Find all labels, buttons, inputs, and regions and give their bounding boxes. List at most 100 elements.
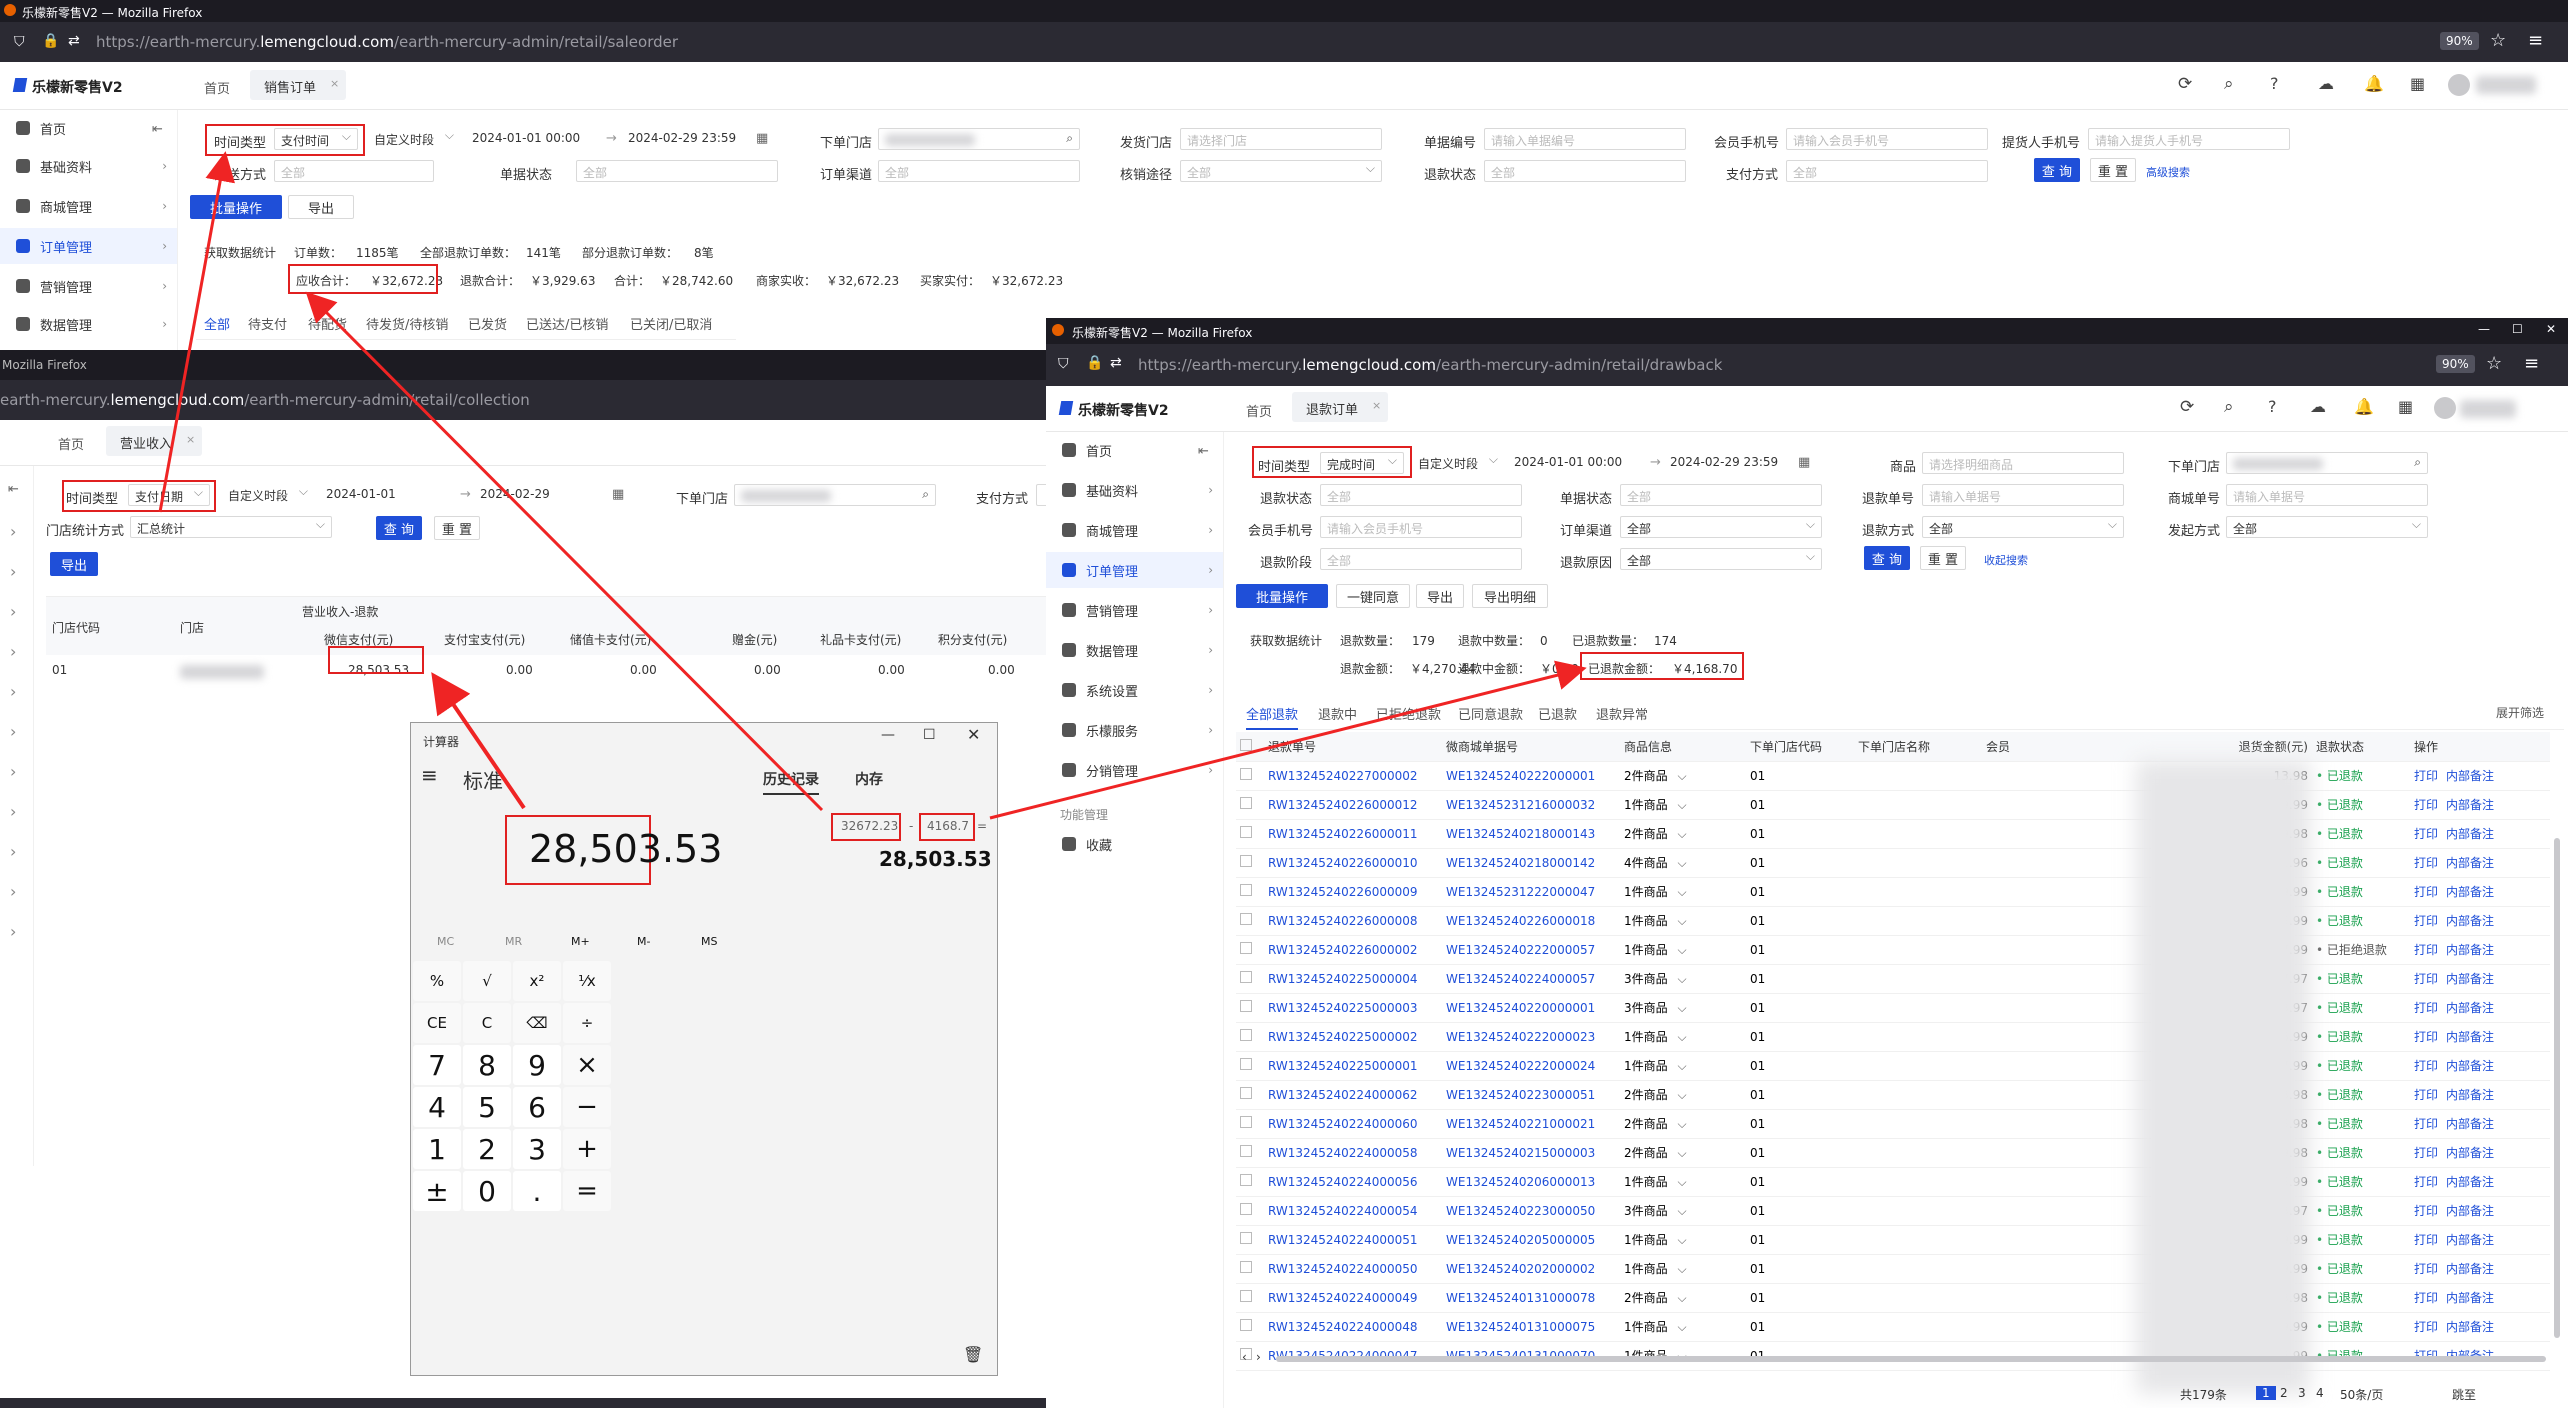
expand-filter-link[interactable]: 展开筛选 bbox=[2496, 704, 2544, 721]
status-tab[interactable]: 已送达/已核销 bbox=[526, 314, 608, 333]
row-checkbox[interactable] bbox=[1236, 848, 1264, 878]
collapse-icon[interactable]: ⇤ bbox=[8, 482, 19, 497]
multiply-button[interactable]: × bbox=[563, 1045, 611, 1085]
date-start[interactable]: 2024-01-01 00:00 bbox=[466, 128, 602, 150]
row-checkbox[interactable] bbox=[1236, 761, 1264, 791]
sidebar-item-marketing[interactable]: 营销管理 › bbox=[0, 268, 177, 304]
row-checkbox[interactable] bbox=[1236, 790, 1264, 820]
chevron-right-icon[interactable]: › bbox=[10, 762, 16, 781]
note-link[interactable]: 内部备注 bbox=[2446, 1146, 2494, 1160]
refund-reason-select[interactable]: 全部 bbox=[1620, 548, 1822, 570]
calendar-icon[interactable]: ▦ bbox=[612, 487, 624, 502]
avatar[interactable] bbox=[2448, 74, 2470, 96]
mall-order-link[interactable]: WE13245240222000001 bbox=[1442, 761, 1620, 791]
refund-no-link[interactable]: RW13245240226000002 bbox=[1264, 935, 1442, 965]
mem-store-button[interactable]: MS bbox=[701, 935, 717, 948]
note-link[interactable]: 内部备注 bbox=[2446, 1262, 2494, 1276]
sidebar-item-data[interactable]: 数据管理 › bbox=[1046, 632, 1223, 668]
sidebar-item-settings[interactable]: 系统设置 › bbox=[1046, 672, 1223, 708]
refund-no-link[interactable]: RW13245240226000010 bbox=[1264, 848, 1442, 878]
chevron-down-icon[interactable]: ⌵ bbox=[1674, 1059, 1686, 1073]
date-end[interactable]: 2024-02-29 23:59 bbox=[1664, 452, 1804, 474]
status-tab[interactable]: 待配货 bbox=[308, 314, 347, 333]
row-checkbox[interactable] bbox=[1236, 819, 1264, 849]
print-link[interactable]: 打印 bbox=[2414, 1088, 2438, 1102]
digit-2-button[interactable]: 2 bbox=[463, 1129, 511, 1169]
mall-order-link[interactable]: WE13245240218000143 bbox=[1442, 819, 1620, 849]
chevron-right-icon[interactable]: › bbox=[10, 642, 16, 661]
chevron-down-icon[interactable]: ⌵ bbox=[1674, 827, 1686, 841]
query-button[interactable]: 查 询 bbox=[1864, 546, 1910, 570]
print-link[interactable]: 打印 bbox=[2414, 943, 2438, 957]
goods-info[interactable]: 2件商品 ⌵ bbox=[1620, 1283, 1746, 1313]
row-checkbox[interactable] bbox=[1236, 906, 1264, 936]
sidebar-item-home[interactable]: 首页 bbox=[0, 110, 177, 146]
chevron-down-icon[interactable]: ⌵ bbox=[1674, 943, 1686, 957]
goods-info[interactable]: 1件商品 ⌵ bbox=[1620, 1022, 1746, 1052]
note-link[interactable]: 内部备注 bbox=[2446, 1204, 2494, 1218]
mall-order-link[interactable]: WE13245240205000005 bbox=[1442, 1225, 1620, 1255]
sidebar-item-basic[interactable]: 基础资料 › bbox=[1046, 472, 1223, 508]
chevron-down-icon[interactable]: ⌵ bbox=[1674, 1030, 1686, 1044]
reset-button[interactable]: 重 置 bbox=[1920, 546, 1966, 570]
note-link[interactable]: 内部备注 bbox=[2446, 1030, 2494, 1044]
chevron-right-icon[interactable]: › bbox=[10, 722, 16, 741]
note-link[interactable]: 内部备注 bbox=[2446, 1117, 2494, 1131]
print-link[interactable]: 打印 bbox=[2414, 1175, 2438, 1189]
note-link[interactable]: 内部备注 bbox=[2446, 769, 2494, 783]
goods-info[interactable]: 3件商品 ⌵ bbox=[1620, 964, 1746, 994]
mall-order-link[interactable]: WE13245231222000047 bbox=[1442, 877, 1620, 907]
refund-no-link[interactable]: RW13245240224000054 bbox=[1264, 1196, 1442, 1226]
row-checkbox[interactable] bbox=[1236, 1225, 1264, 1255]
clear-entry-button[interactable]: CE bbox=[413, 1003, 461, 1043]
maximize-icon[interactable]: ☐ bbox=[923, 727, 936, 743]
decimal-button[interactable]: . bbox=[513, 1171, 561, 1211]
advanced-search-link[interactable]: 高级搜索 bbox=[2146, 164, 2190, 180]
tab-home[interactable]: 首页 bbox=[204, 78, 230, 97]
approve-all-button[interactable]: 一键同意 bbox=[1336, 584, 1410, 608]
goods-info[interactable]: 1件商品 ⌵ bbox=[1620, 790, 1746, 820]
print-link[interactable]: 打印 bbox=[2414, 1233, 2438, 1247]
help-icon[interactable]: ? bbox=[2268, 397, 2277, 416]
row-checkbox[interactable] bbox=[1236, 964, 1264, 994]
mall-order-link[interactable]: WE13245240215000003 bbox=[1442, 1138, 1620, 1168]
print-link[interactable]: 打印 bbox=[2414, 769, 2438, 783]
chevron-down-icon[interactable]: ⌵ bbox=[1674, 1117, 1686, 1131]
status-tab[interactable]: 全部 bbox=[204, 314, 230, 333]
goods-info[interactable]: 3件商品 ⌵ bbox=[1620, 1196, 1746, 1226]
trash-icon[interactable]: 🗑 bbox=[963, 1345, 983, 1364]
mall-order-link[interactable]: WE13245240223000050 bbox=[1442, 1196, 1620, 1226]
select-all-checkbox[interactable] bbox=[1236, 732, 1264, 762]
digit-4-button[interactable]: 4 bbox=[413, 1087, 461, 1127]
export-button[interactable]: 导出 bbox=[50, 552, 98, 576]
period-select[interactable]: 自定义时段 bbox=[222, 484, 314, 506]
mall-order-link[interactable]: WE13245240222000024 bbox=[1442, 1051, 1620, 1081]
tab-home[interactable]: 首页 bbox=[58, 434, 84, 453]
doc-status-select[interactable]: 全部 bbox=[1620, 484, 1822, 506]
chevron-down-icon[interactable]: ⌵ bbox=[1674, 798, 1686, 812]
zoom-badge[interactable]: 90% bbox=[2436, 355, 2475, 373]
pay-select[interactable]: 全部 bbox=[1786, 160, 1988, 182]
row-checkbox[interactable] bbox=[1236, 1080, 1264, 1110]
refund-no-link[interactable]: RW13245240224000051 bbox=[1264, 1225, 1442, 1255]
batch-button[interactable]: 批量操作 bbox=[190, 195, 282, 219]
goods-info[interactable]: 1件商品 ⌵ bbox=[1620, 935, 1746, 965]
refund-no-link[interactable]: RW13245240224000062 bbox=[1264, 1080, 1442, 1110]
picker-input[interactable]: 请输入提货人手机号 bbox=[2088, 128, 2290, 150]
print-link[interactable]: 打印 bbox=[2414, 972, 2438, 986]
refresh-icon[interactable]: ⟳ bbox=[2180, 397, 2194, 417]
refund-no-link[interactable]: RW13245240226000011 bbox=[1264, 819, 1442, 849]
mall-order-link[interactable]: WE13245240222000057 bbox=[1442, 935, 1620, 965]
apps-grid-icon[interactable]: ▦ bbox=[2398, 397, 2413, 416]
status-tab[interactable]: 已关闭/已取消 bbox=[630, 314, 712, 333]
store-select[interactable]: ⌕ bbox=[734, 484, 936, 506]
lock-icon[interactable]: 🔒 bbox=[1086, 355, 1103, 371]
zoom-badge[interactable]: 90% bbox=[2440, 32, 2479, 50]
permissions-icon[interactable]: ⇄ bbox=[68, 33, 80, 49]
channel-select[interactable]: 全部 bbox=[878, 160, 1080, 182]
digit-6-button[interactable]: 6 bbox=[513, 1087, 561, 1127]
goods-info[interactable]: 1件商品 ⌵ bbox=[1620, 1254, 1746, 1284]
pager-page-4[interactable]: 4 bbox=[2316, 1386, 2324, 1400]
chevron-down-icon[interactable]: ⌵ bbox=[1674, 1204, 1686, 1218]
mem-sub-button[interactable]: M- bbox=[637, 935, 650, 948]
